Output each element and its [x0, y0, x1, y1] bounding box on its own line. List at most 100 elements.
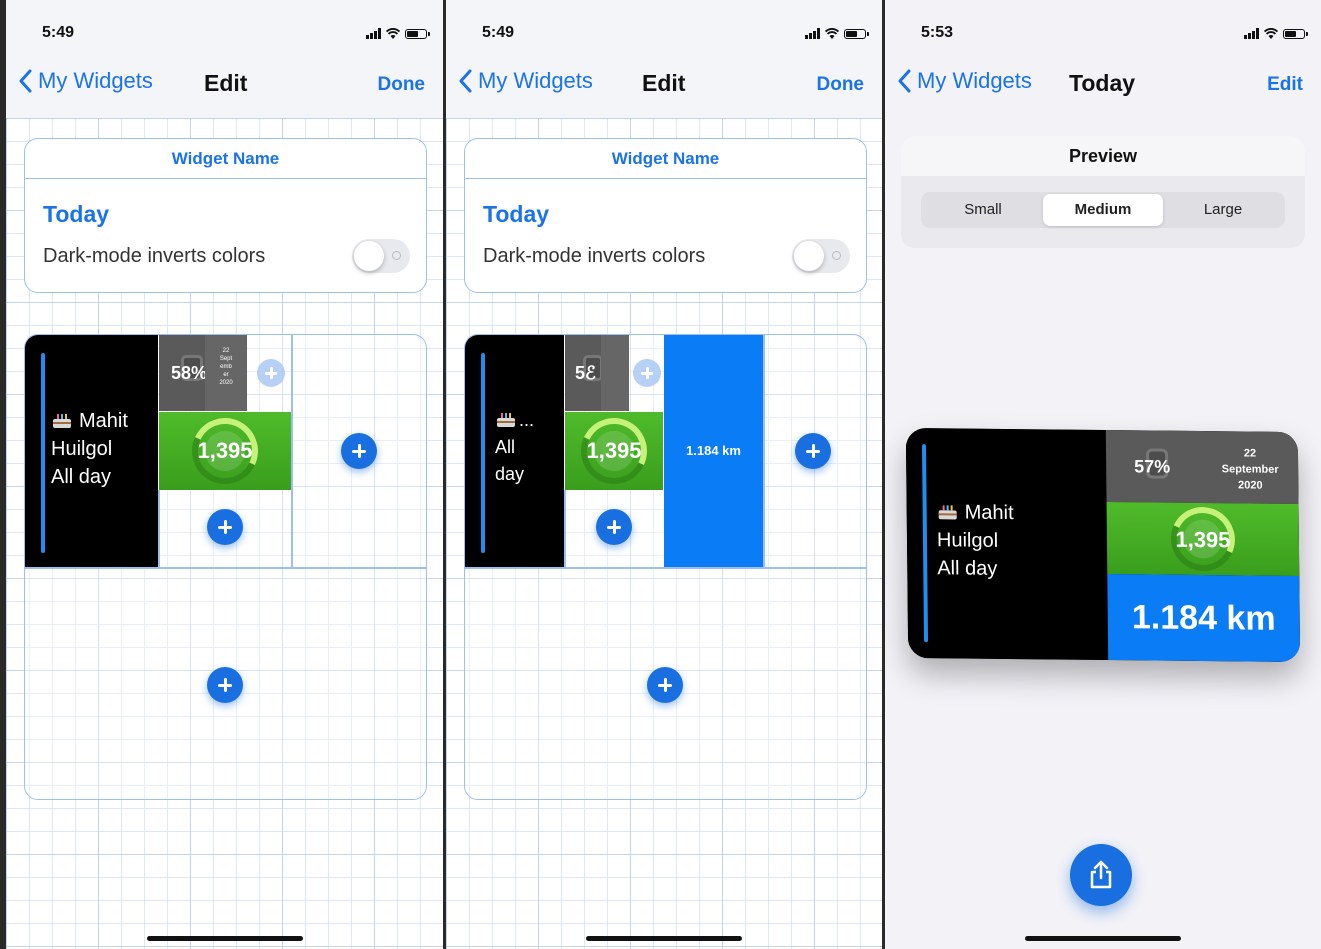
size-option-small[interactable]: Small	[923, 194, 1043, 226]
share-button[interactable]	[1070, 844, 1132, 906]
canvas-column-divider	[763, 335, 765, 567]
calendar-tile[interactable]: Mahit Huilgol All day	[25, 335, 158, 567]
status-bar: 5:49	[446, 24, 882, 46]
steps-tile: 1,395	[1106, 498, 1300, 580]
dark-mode-toggle[interactable]	[792, 239, 850, 273]
home-indicator[interactable]	[146, 936, 303, 941]
add-tile-button[interactable]	[647, 667, 683, 703]
calendar-accent-bar	[41, 353, 45, 553]
event-name-truncated: ...	[519, 410, 535, 430]
canvas-divider	[25, 567, 426, 569]
done-button[interactable]: Done	[817, 74, 865, 96]
widget-name-value[interactable]: Today	[483, 201, 549, 228]
cake-icon	[938, 505, 957, 520]
status-icons	[1244, 28, 1308, 39]
signal-icon	[805, 28, 820, 39]
back-button[interactable]: My Widgets	[458, 68, 593, 94]
chevron-left-icon	[898, 69, 911, 93]
date-strip	[601, 335, 629, 411]
edit-button[interactable]: Edit	[1267, 74, 1303, 96]
home-indicator[interactable]	[586, 936, 742, 941]
chevron-left-icon	[19, 69, 32, 93]
add-tile-button[interactable]	[207, 509, 243, 545]
home-indicator[interactable]	[1025, 936, 1181, 941]
size-option-large[interactable]: Large	[1163, 194, 1283, 226]
nav-title: Edit	[642, 70, 686, 96]
dark-mode-label: Dark-mode inverts colors	[483, 245, 706, 267]
steps-value: 1,395	[586, 438, 642, 463]
date-year: 2020	[1238, 479, 1263, 492]
cake-icon	[497, 413, 515, 427]
event-time-first: All	[495, 437, 516, 457]
signal-icon	[366, 28, 381, 39]
back-button[interactable]: My Widgets	[897, 68, 1032, 94]
event-name-first: Mahit	[79, 410, 128, 432]
widget-name-header: Widget Name	[465, 139, 866, 179]
signal-icon	[1244, 28, 1259, 39]
back-label: My Widgets	[38, 68, 153, 93]
distance-tile[interactable]: 1.184 km	[664, 335, 763, 567]
battery-percent: 5ℰ	[575, 363, 596, 383]
add-tile-button-faint[interactable]	[633, 359, 661, 387]
widget-canvas: Mahit Huilgol All day 58% 22 Sept emb er…	[24, 334, 427, 800]
size-option-medium[interactable]: Medium	[1043, 194, 1163, 226]
back-label: My Widgets	[917, 68, 1032, 93]
battery-percent: 57%	[1134, 456, 1171, 477]
event-text: Mahit Huilgol All day	[51, 407, 128, 491]
nav-title: Edit	[204, 70, 248, 96]
back-label: My Widgets	[478, 68, 593, 93]
steps-value: 1,395	[197, 438, 253, 463]
status-icons	[805, 28, 869, 39]
cake-icon	[53, 414, 71, 428]
back-button[interactable]: My Widgets	[18, 68, 153, 94]
battery-icon	[844, 29, 869, 39]
calendar-tile: Mahit Huilgol All day	[905, 427, 1109, 661]
steps-tile[interactable]: 1,395	[565, 408, 663, 494]
wifi-icon	[386, 28, 400, 39]
dark-mode-label: Dark-mode inverts colors	[43, 245, 266, 267]
event-time: All day	[51, 466, 112, 488]
widget-canvas: ... All day 5ℰ 1,395 1.184 km	[464, 334, 867, 800]
steps-value: 1,395	[1175, 526, 1231, 553]
event-text: ... All day	[495, 407, 534, 488]
date-block: 22 September 2020	[1210, 445, 1290, 494]
steps-tile[interactable]: 1,395	[159, 408, 291, 494]
done-button[interactable]: Done	[378, 74, 426, 96]
calendar-accent-bar	[481, 353, 485, 553]
calendar-tile[interactable]: ... All day	[465, 335, 564, 567]
preview-title: Preview	[901, 136, 1305, 176]
widget-name-header: Widget Name	[25, 139, 426, 179]
add-tile-button[interactable]	[596, 509, 632, 545]
status-time: 5:53	[921, 24, 954, 41]
canvas-cell-divider	[158, 490, 160, 567]
calendar-accent-bar	[921, 444, 929, 643]
canvas-cell-divider	[564, 490, 566, 567]
add-tile-button-faint[interactable]	[257, 359, 285, 387]
canvas-divider	[465, 567, 866, 569]
status-time: 5:49	[42, 24, 75, 41]
add-tile-button[interactable]	[207, 667, 243, 703]
widget-name-card: Widget Name Today Dark-mode inverts colo…	[24, 138, 427, 293]
battery-date-tile[interactable]: 58% 22 Sept emb er 2020	[159, 335, 247, 411]
distance-tile: 1.184 km	[1107, 574, 1301, 663]
battery-icon	[1283, 29, 1308, 39]
date-month: September	[1221, 463, 1279, 476]
event-name-last: Huilgol	[936, 529, 999, 552]
event-time: All day	[937, 557, 998, 580]
add-tile-button[interactable]	[341, 433, 377, 469]
widget-name-card: Widget Name Today Dark-mode inverts colo…	[464, 138, 867, 293]
dark-mode-toggle[interactable]	[352, 239, 410, 273]
battery-percent: 58%	[171, 363, 208, 383]
widget-name-value[interactable]: Today	[43, 201, 109, 228]
add-tile-button[interactable]	[795, 433, 831, 469]
event-text: Mahit Huilgol All day	[937, 498, 1015, 583]
phone-screen-preview: 5:53 My Widgets Today Edit Preview Small…	[885, 0, 1321, 949]
nav-bar: My Widgets Edit Done	[6, 66, 443, 102]
date-day: 22	[1243, 447, 1257, 460]
chevron-left-icon	[459, 69, 472, 93]
event-name-first: Mahit	[964, 501, 1014, 525]
battery-date-tile[interactable]: 5ℰ	[565, 335, 629, 411]
nav-bar: My Widgets Edit Done	[446, 66, 882, 102]
battery-icon	[405, 29, 430, 39]
date-text: 22 Sept emb er 2020	[205, 335, 247, 411]
